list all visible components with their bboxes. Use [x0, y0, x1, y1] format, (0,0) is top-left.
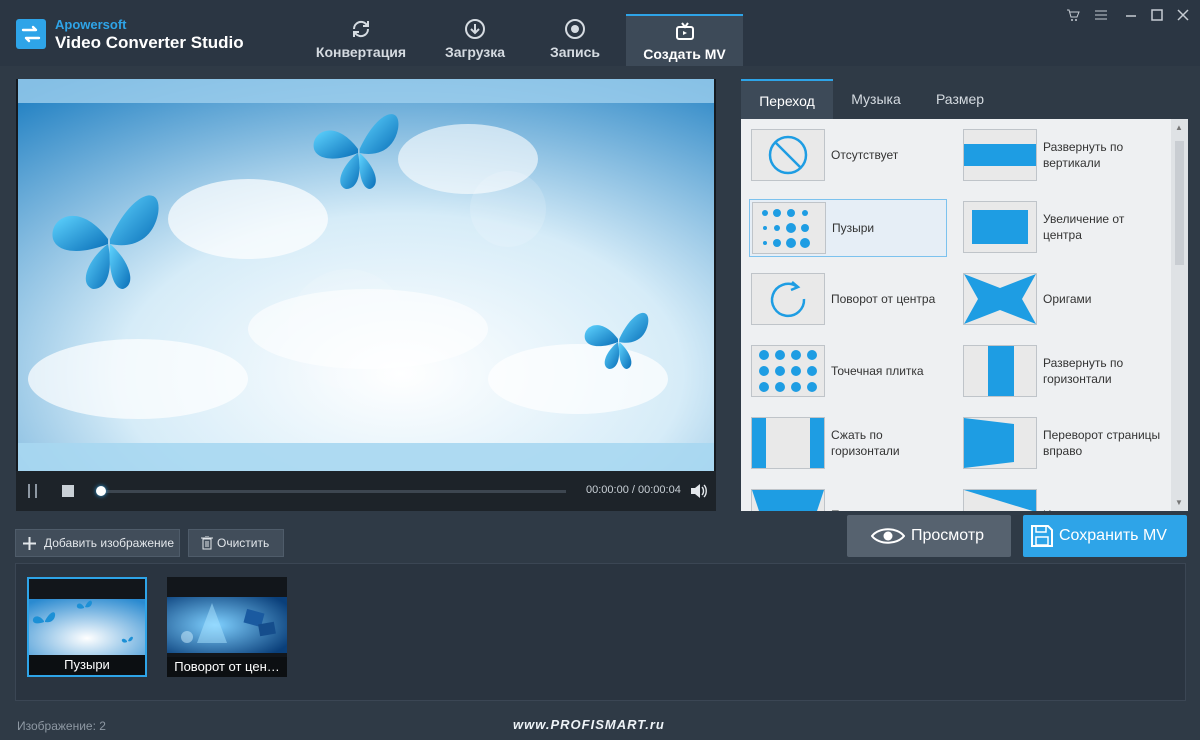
watermark: www.PROFISMART.ru — [513, 717, 665, 732]
app-logo-icon — [16, 19, 46, 49]
tab-label: Загрузка — [444, 44, 506, 60]
add-image-button[interactable]: Добавить изображение — [15, 529, 180, 557]
panel-tabs: Переход Музыка Размер — [741, 79, 1188, 119]
rotate-icon — [751, 273, 825, 325]
none-icon — [751, 129, 825, 181]
expand-horizontal-icon — [963, 345, 1037, 397]
stop-icon[interactable] — [62, 485, 74, 497]
scroll-up-icon[interactable]: ▲ — [1175, 123, 1183, 132]
dot-tile-icon — [751, 345, 825, 397]
clip-item[interactable]: Поворот от цен… — [167, 577, 287, 677]
fade-icon — [963, 489, 1037, 511]
transition-expand-vertical[interactable]: Развернуть по вертикали — [961, 127, 1161, 183]
clear-button[interactable]: Очистить — [188, 529, 284, 557]
transition-label: Поворот от центра — [831, 292, 936, 306]
tab-size[interactable]: Размер — [923, 79, 997, 119]
compress-horizontal-icon — [751, 417, 825, 469]
player-controls: 00:00:00 / 00:00:04 — [16, 471, 716, 511]
scroll-down-icon[interactable]: ▼ — [1175, 498, 1183, 507]
preview-button[interactable]: Просмотр — [847, 515, 1011, 557]
brand-name: Apowersoft — [55, 17, 127, 32]
origami-icon — [963, 273, 1037, 325]
video-preview[interactable]: 00:00:00 / 00:00:04 — [16, 79, 716, 511]
pause-icon[interactable] — [28, 483, 38, 499]
bubbles-icon — [752, 202, 826, 254]
menu-icon[interactable] — [1094, 8, 1108, 25]
clip-caption: Пузыри — [29, 655, 145, 675]
tab-record[interactable]: Запись — [540, 14, 610, 66]
cart-icon[interactable] — [1066, 8, 1080, 25]
transition-label: Переворот — [831, 487, 949, 511]
clip-thumbnail — [167, 597, 287, 653]
maximize-icon[interactable] — [1150, 8, 1164, 25]
transition-bubbles[interactable]: Пузыри — [749, 199, 947, 257]
clip-thumbnail — [29, 599, 145, 655]
tab-create-mv[interactable]: Создать MV — [626, 14, 743, 66]
eye-icon — [871, 528, 905, 544]
save-icon — [1031, 525, 1053, 547]
transition-rotate-center[interactable]: Поворот от центра — [749, 271, 949, 327]
transition-label: Сжать по горизонтали — [831, 428, 900, 458]
preview-image — [18, 79, 714, 472]
record-icon — [565, 19, 585, 39]
refresh-icon — [352, 20, 370, 38]
transition-label: Исчезновение — [1043, 487, 1161, 511]
transition-origami[interactable]: Оригами — [961, 271, 1161, 327]
transition-compress-horizontal[interactable]: Сжать по горизонтали — [749, 415, 949, 471]
seek-bar[interactable] — [96, 486, 566, 496]
tab-convert[interactable]: Конвертация — [313, 14, 409, 66]
close-icon[interactable] — [1176, 8, 1190, 25]
transition-none[interactable]: Отсутствует — [749, 127, 949, 183]
transition-label: Оригами — [1043, 292, 1092, 306]
scrollbar-thumb[interactable] — [1175, 141, 1184, 265]
tab-label: Запись — [549, 44, 600, 60]
tab-music[interactable]: Музыка — [837, 79, 915, 119]
transition-label: Отсутствует — [831, 148, 899, 162]
zoom-center-icon — [963, 201, 1037, 253]
tv-icon — [675, 22, 694, 40]
clip-item[interactable]: Пузыри — [27, 577, 147, 677]
transition-dot-tile[interactable]: Точечная плитка — [749, 343, 949, 399]
minimize-icon[interactable] — [1124, 8, 1138, 25]
transition-zoom-center[interactable]: Увеличение от центра — [961, 199, 1161, 255]
transition-label: Увеличение от центра — [1043, 212, 1125, 242]
button-label: Добавить изображение — [44, 536, 175, 550]
volume-icon[interactable] — [689, 482, 707, 505]
button-label: Сохранить MV — [1059, 527, 1167, 544]
transition-label: Переворот страницы вправо — [1043, 428, 1161, 458]
page-flip-icon — [963, 417, 1037, 469]
button-label: Просмотр — [911, 527, 985, 544]
tab-label: Создать MV — [643, 46, 726, 62]
transition-label: Точечная плитка — [831, 364, 924, 378]
tab-download[interactable]: Загрузка — [432, 14, 518, 66]
time-display: 00:00:00 / 00:00:04 — [586, 484, 681, 496]
transition-label: Развернуть по вертикали — [1043, 140, 1124, 170]
transition-flip[interactable]: Переворот — [749, 487, 949, 511]
status-bar-text: Изображение: 2 — [17, 719, 106, 733]
transition-label: Развернуть по горизонтали — [1043, 356, 1124, 386]
top-bar: Apowersoft Video Converter Studio Конвер… — [0, 0, 1200, 66]
trash-icon — [201, 536, 213, 550]
save-mv-button[interactable]: Сохранить MV — [1023, 515, 1187, 557]
plus-icon — [23, 537, 36, 550]
clip-caption: Поворот от цен… — [167, 657, 287, 677]
transition-label: Пузыри — [832, 221, 875, 235]
transition-page-flip[interactable]: Переворот страницы вправо — [961, 415, 1161, 471]
transition-list: Отсутствует Развернуть по вертикали Пузы… — [741, 119, 1171, 511]
download-icon — [465, 19, 485, 39]
tab-label: Конвертация — [315, 44, 407, 60]
transition-fade[interactable]: Исчезновение — [961, 487, 1161, 511]
flip-icon — [751, 489, 825, 511]
tab-transition[interactable]: Переход — [741, 79, 833, 119]
transition-panel: Переход Музыка Размер Отсутствует Развер… — [741, 79, 1188, 511]
seek-handle[interactable] — [96, 486, 106, 496]
button-label: Очистить — [217, 536, 270, 550]
transition-scrollbar[interactable]: ▲ ▼ — [1171, 119, 1188, 511]
app-title: Video Converter Studio — [55, 33, 244, 52]
image-strip: Пузыри Поворот от цен… — [15, 563, 1186, 701]
expand-vertical-icon — [963, 129, 1037, 181]
transition-expand-horizontal[interactable]: Развернуть по горизонтали — [961, 343, 1161, 399]
